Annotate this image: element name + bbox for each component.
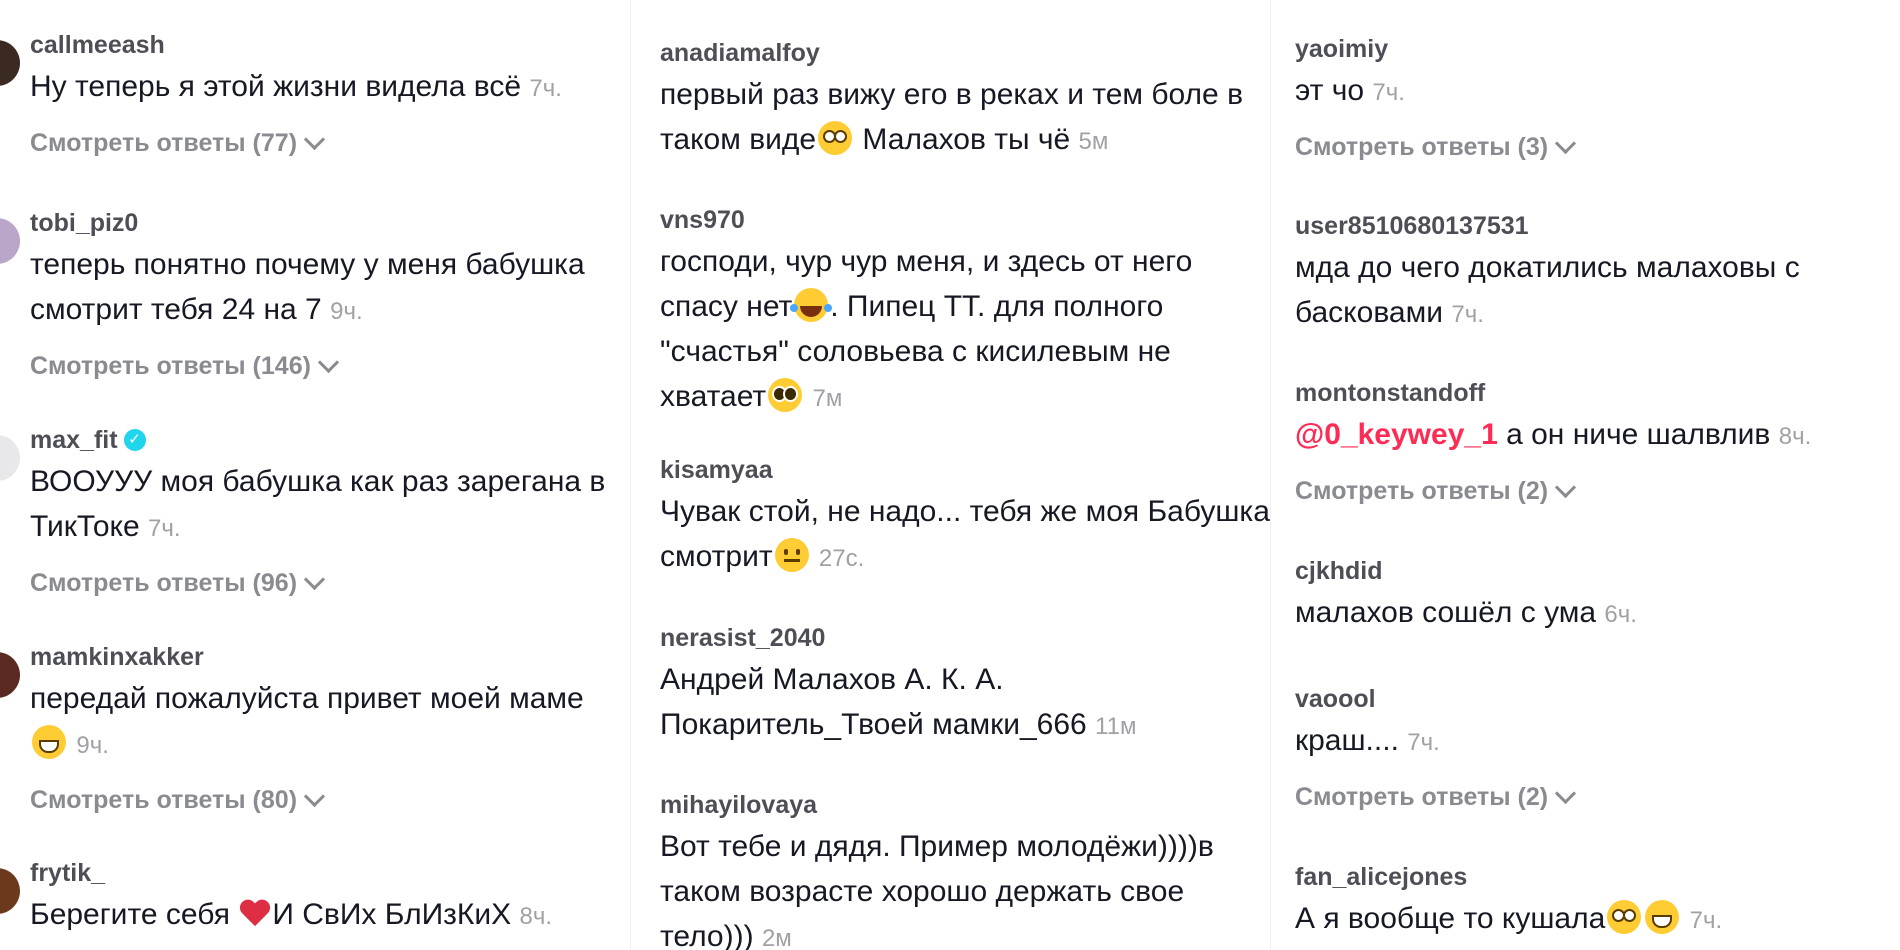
comment-text: мда до чего докатились малаховы с басков… bbox=[1295, 251, 1800, 329]
grin-emoji-icon bbox=[32, 725, 66, 759]
view-replies-button[interactable]: Смотреть ответы (96) bbox=[30, 568, 326, 598]
avatar[interactable] bbox=[0, 868, 20, 914]
comment-username[interactable]: yaoimiy bbox=[1295, 34, 1900, 64]
avatar[interactable] bbox=[0, 435, 20, 481]
comment-username[interactable]: mihayilovaya bbox=[660, 790, 1270, 820]
comment-text: ВООУУУ моя бабушка как раз зарегана в Ти… bbox=[30, 465, 606, 543]
comment-username[interactable]: max_fit ✓ bbox=[30, 425, 630, 455]
avatar[interactable] bbox=[0, 218, 20, 264]
comment-time: 8ч. bbox=[519, 903, 553, 930]
comment-username[interactable]: kisamyaa bbox=[660, 455, 1270, 485]
comment-time: 9ч. bbox=[330, 298, 363, 325]
comment-text: господи, чур чур меня, и здесь от него с… bbox=[660, 245, 1193, 413]
comment-username[interactable]: cjkhdid bbox=[1295, 556, 1900, 586]
chevron-down-icon bbox=[303, 128, 326, 151]
comment-text: @0_keywey_1 а он ниче шалвлив 8ч. bbox=[1295, 418, 1812, 451]
comment-text: малахов сошёл с ума 6ч. bbox=[1295, 596, 1637, 629]
comment-text: Андрей Малахов А. К. А. Покаритель_Твоей… bbox=[660, 663, 1137, 741]
flushed-emoji-icon bbox=[818, 121, 853, 155]
comment-username[interactable]: vaoool bbox=[1295, 684, 1900, 714]
comment: kisamyaa Чувак стой, не надо... тебя же … bbox=[630, 455, 1270, 581]
comment-time: 8ч. bbox=[1778, 423, 1812, 450]
comment-text: краш.... 7ч. bbox=[1295, 724, 1440, 757]
avatar[interactable] bbox=[0, 652, 20, 698]
comment: anadiamalfoy первый раз вижу его в реках… bbox=[630, 38, 1270, 164]
comment-time: 7ч. bbox=[1407, 729, 1440, 756]
comment: fan_alicejones А я вообще то кушала 7ч. bbox=[1270, 862, 1900, 943]
view-replies-button[interactable]: Смотреть ответы (146) bbox=[30, 351, 340, 381]
comment-time: 7м bbox=[812, 385, 843, 412]
comment-column-1: callmeeash Ну теперь я этой жизни видела… bbox=[0, 0, 630, 950]
comment: montonstandoff @0_keywey_1 а он ниче шал… bbox=[1270, 378, 1900, 506]
comment-text: эт чо 7ч. bbox=[1295, 74, 1405, 107]
chevron-down-icon bbox=[317, 351, 340, 374]
comment-column-3: yaoimiy эт чо 7ч. Смотреть ответы (3) us… bbox=[1270, 0, 1900, 950]
chevron-down-icon bbox=[303, 785, 326, 808]
avatar[interactable] bbox=[0, 40, 20, 86]
comment: mamkinxakker передай пожалуйста привет м… bbox=[0, 642, 630, 815]
view-replies-button[interactable]: Смотреть ответы (3) bbox=[1295, 132, 1577, 162]
comment-time: 7ч. bbox=[1372, 79, 1405, 106]
neutral-face-emoji-icon bbox=[774, 538, 809, 572]
comment-text: Ну теперь я этой жизни видела всё 7ч. bbox=[30, 70, 562, 103]
view-replies-button[interactable]: Смотреть ответы (80) bbox=[30, 785, 326, 815]
comment: mihayilovaya Вот тебе и дядя. Пример мол… bbox=[630, 790, 1270, 950]
user-mention-link[interactable]: @0_keywey_1 bbox=[1295, 418, 1498, 451]
comment-time: 7ч. bbox=[1451, 301, 1484, 328]
comment-username[interactable]: anadiamalfoy bbox=[660, 38, 1270, 68]
comment-text: А я вообще то кушала 7ч. bbox=[1295, 900, 1723, 935]
comment-time: 7ч. bbox=[148, 515, 181, 542]
view-replies-button[interactable]: Смотреть ответы (2) bbox=[1295, 476, 1577, 506]
comment: vns970 господи, чур чур меня, и здесь от… bbox=[630, 205, 1270, 421]
comment-username[interactable]: mamkinxakker bbox=[30, 642, 630, 672]
comment-text: Чувак стой, не надо... тебя же моя Бабуш… bbox=[660, 495, 1270, 573]
comment-column-2: anadiamalfoy первый раз вижу его в реках… bbox=[630, 0, 1270, 950]
comment-text: Вот тебе и дядя. Пример молодёжи))))в та… bbox=[660, 830, 1214, 950]
comment-username[interactable]: frytik_ bbox=[30, 858, 630, 888]
view-replies-button[interactable]: Смотреть ответы (77) bbox=[30, 128, 326, 158]
comment-username[interactable]: nerasist_2040 bbox=[660, 623, 1270, 653]
chevron-down-icon bbox=[1555, 782, 1577, 805]
comment-time: 9ч. bbox=[76, 732, 109, 759]
verified-badge-icon: ✓ bbox=[123, 429, 146, 451]
comment: tobi_piz0 теперь понятно почему у меня б… bbox=[0, 208, 630, 381]
comment-text: теперь понятно почему у меня бабушка смо… bbox=[30, 248, 585, 326]
comment: max_fit ✓ ВООУУУ моя бабушка как раз заре… bbox=[0, 425, 630, 598]
red-heart-emoji-icon bbox=[240, 898, 270, 928]
comment-username[interactable]: tobi_piz0 bbox=[30, 208, 630, 238]
comment-username[interactable]: vns970 bbox=[660, 205, 1270, 235]
view-replies-button[interactable]: Смотреть ответы (2) bbox=[1295, 782, 1577, 812]
chevron-down-icon bbox=[1555, 476, 1577, 499]
comment-text: передай пожалуйста привет моей маме 9ч. bbox=[30, 682, 584, 759]
comment: nerasist_2040 Андрей Малахов А. К. А. По… bbox=[630, 623, 1270, 749]
comment-username[interactable]: montonstandoff bbox=[1295, 378, 1900, 408]
comment-time: 11м bbox=[1095, 713, 1137, 740]
comment-time: 7ч. bbox=[1689, 907, 1723, 934]
comment-username[interactable]: callmeeash bbox=[30, 30, 630, 60]
comment-time: 5м bbox=[1078, 128, 1109, 155]
comment: cjkhdid малахов сошёл с ума 6ч. bbox=[1270, 556, 1900, 637]
pleading-emoji-icon bbox=[768, 378, 803, 412]
comment-time: 6ч. bbox=[1604, 601, 1637, 628]
comment: frytik_ Берегите себя И СвИх БлИзКиХ 8ч. bbox=[0, 858, 630, 939]
comment-time: 7ч. bbox=[529, 75, 562, 102]
comment: user8510680137531 мда до чего докатились… bbox=[1270, 211, 1900, 337]
chevron-down-icon bbox=[303, 568, 326, 591]
comment: vaoool краш.... 7ч. Смотреть ответы (2) bbox=[1270, 684, 1900, 812]
flushed-emoji-icon bbox=[1607, 900, 1642, 934]
comment-text: первый раз вижу его в реках и тем боле в… bbox=[660, 78, 1244, 156]
comment: yaoimiy эт чо 7ч. Смотреть ответы (3) bbox=[1270, 34, 1900, 162]
grimace-emoji-icon bbox=[1645, 900, 1680, 934]
comment-time: 27с. bbox=[818, 545, 865, 572]
comment-username[interactable]: user8510680137531 bbox=[1295, 211, 1900, 241]
comment-text: Берегите себя И СвИх БлИзКиХ 8ч. bbox=[30, 898, 553, 931]
comment-username[interactable]: fan_alicejones bbox=[1295, 862, 1900, 892]
comment-time: 2м bbox=[761, 925, 792, 950]
comment: callmeeash Ну теперь я этой жизни видела… bbox=[0, 30, 630, 158]
tears-of-joy-emoji-icon bbox=[790, 288, 829, 322]
chevron-down-icon bbox=[1555, 132, 1577, 155]
